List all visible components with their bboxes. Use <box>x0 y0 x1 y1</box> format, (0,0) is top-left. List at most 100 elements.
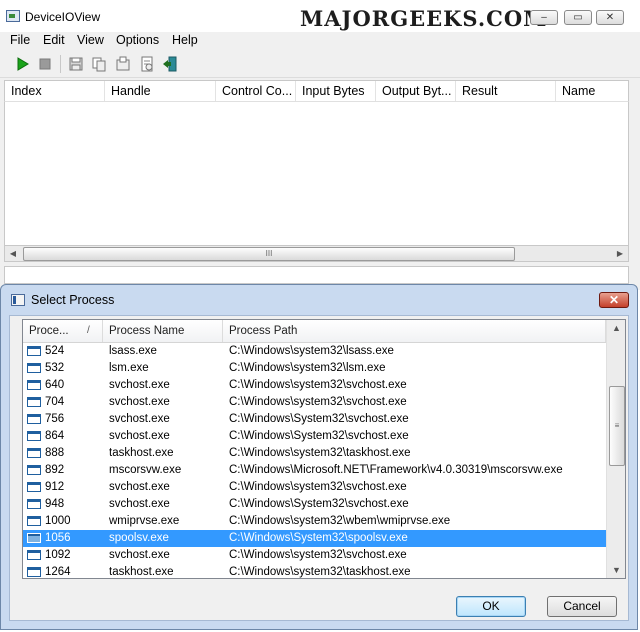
vscroll-thumb[interactable]: ≡ <box>609 386 625 466</box>
process-id: 1000 <box>45 515 71 527</box>
process-id: 1056 <box>45 532 71 544</box>
col-process-id-label: Proce... <box>29 325 69 337</box>
process-vscrollbar[interactable]: ▲ ≡ ▼ <box>606 320 625 578</box>
process-id: 892 <box>45 464 65 476</box>
maximize-button[interactable]: ▭ <box>564 10 592 25</box>
process-icon <box>27 346 41 356</box>
process-path: C:\Windows\System32\svchost.exe <box>229 413 409 425</box>
process-id: 864 <box>45 430 65 442</box>
process-list-header: Proce... / Process Name Process Path <box>23 320 606 343</box>
table-row[interactable]: 704 svchost.exe C:\Windows\system32\svchos… <box>23 394 606 411</box>
process-icon <box>27 431 41 441</box>
ok-button[interactable]: OK <box>456 596 526 617</box>
table-row[interactable]: 532 lsm.exe C:\Windows\system32\lsm.exe <box>23 360 606 377</box>
process-id: 912 <box>45 481 65 493</box>
col-result[interactable]: Result <box>456 81 556 101</box>
table-row[interactable]: 1264 taskhost.exe C:\Windows\system32\task… <box>23 564 606 578</box>
process-icon <box>27 363 41 373</box>
menu-file[interactable]: File <box>10 33 30 47</box>
title-bar: DeviceIOView MAJORGEEKS.COM – ▭ ✕ <box>0 0 640 33</box>
col-handle[interactable]: Handle <box>105 81 216 101</box>
scroll-down-icon[interactable]: ▼ <box>607 562 625 578</box>
properties-icon[interactable] <box>115 56 131 72</box>
process-path: C:\Windows\system32\lsass.exe <box>229 345 394 357</box>
start-icon[interactable] <box>14 56 30 72</box>
col-process-name[interactable]: Process Name <box>103 320 223 342</box>
dialog-close-button[interactable]: ✕ <box>599 292 629 308</box>
table-row[interactable]: 1056 spoolsv.exe C:\Windows\System32\spool… <box>23 530 606 547</box>
process-name: mscorsvw.exe <box>109 464 182 476</box>
hscroll-thumb[interactable]: III <box>23 247 515 261</box>
copy-icon[interactable] <box>91 56 107 72</box>
table-row[interactable]: 912 svchost.exe C:\Windows\system32\svchos… <box>23 479 606 496</box>
process-path: C:\Windows\system32\svchost.exe <box>229 396 407 408</box>
menu-edit[interactable]: Edit <box>43 33 65 47</box>
process-icon <box>27 550 41 560</box>
main-list[interactable] <box>4 102 629 245</box>
table-row[interactable]: 1092 svchost.exe C:\Windows\system32\svcho… <box>23 547 606 564</box>
process-id: 888 <box>45 447 65 459</box>
process-id: 524 <box>45 345 65 357</box>
exit-icon[interactable] <box>162 56 178 72</box>
menu-help[interactable]: Help <box>172 33 198 47</box>
process-id: 640 <box>45 379 65 391</box>
process-path: C:\Windows\system32\lsm.exe <box>229 362 386 374</box>
scroll-left-icon[interactable]: ◀ <box>5 246 21 261</box>
col-output-bytes[interactable]: Output Byt... <box>376 81 456 101</box>
process-name: svchost.exe <box>109 498 170 510</box>
process-id: 532 <box>45 362 65 374</box>
process-path: C:\Windows\Microsoft.NET\Framework\v4.0.… <box>229 464 563 476</box>
cancel-button[interactable]: Cancel <box>547 596 617 617</box>
menu-view[interactable]: View <box>77 33 104 47</box>
col-index[interactable]: Index <box>5 81 105 101</box>
table-row[interactable]: 1000 wmiprvse.exe C:\Windows\system32\wbem… <box>23 513 606 530</box>
col-process-path[interactable]: Process Path <box>223 320 606 342</box>
process-name: lsm.exe <box>109 362 149 374</box>
process-icon <box>27 516 41 526</box>
dialog-client: Proce... / Process Name Process Path 524 l… <box>9 315 629 621</box>
process-name: lsass.exe <box>109 345 157 357</box>
process-name: spoolsv.exe <box>109 532 169 544</box>
process-name: svchost.exe <box>109 549 170 561</box>
app-icon <box>6 10 20 22</box>
toolbar <box>0 51 640 78</box>
details-pane[interactable] <box>4 266 629 284</box>
process-path: C:\Windows\System32\spoolsv.exe <box>229 532 408 544</box>
main-hscrollbar[interactable]: ◀ III ▶ <box>4 245 629 262</box>
process-icon <box>27 482 41 492</box>
stop-icon[interactable] <box>37 56 53 72</box>
col-control-code[interactable]: Control Co... <box>216 81 296 101</box>
table-row[interactable]: 524 lsass.exe C:\Windows\system32\lsass.ex… <box>23 343 606 360</box>
process-path: C:\Windows\system32\wbem\wmiprvse.exe <box>229 515 451 527</box>
menu-options[interactable]: Options <box>116 33 159 47</box>
sort-indicator-icon: / <box>87 325 90 336</box>
col-input-bytes[interactable]: Input Bytes <box>296 81 376 101</box>
process-icon <box>27 567 41 577</box>
dialog-icon <box>11 294 25 306</box>
scroll-up-icon[interactable]: ▲ <box>607 320 625 336</box>
process-list[interactable]: Proce... / Process Name Process Path 524 l… <box>22 319 626 579</box>
process-name: svchost.exe <box>109 379 170 391</box>
process-icon <box>27 414 41 424</box>
table-row[interactable]: 756 svchost.exe C:\Windows\System32\svchos… <box>23 411 606 428</box>
process-path: C:\Windows\System32\svchost.exe <box>229 498 409 510</box>
process-icon <box>27 380 41 390</box>
table-row[interactable]: 640 svchost.exe C:\Windows\system32\svchos… <box>23 377 606 394</box>
table-row[interactable]: 948 svchost.exe C:\Windows\System32\svchos… <box>23 496 606 513</box>
table-row[interactable]: 864 svchost.exe C:\Windows\System32\svchos… <box>23 428 606 445</box>
html-report-icon[interactable] <box>139 56 155 72</box>
process-icon <box>27 499 41 509</box>
col-process-id[interactable]: Proce... / <box>23 320 103 342</box>
table-row[interactable]: 892 mscorsvw.exe C:\Windows\Microsoft.NET\… <box>23 462 606 479</box>
process-name: svchost.exe <box>109 396 170 408</box>
scroll-right-icon[interactable]: ▶ <box>612 246 628 261</box>
process-path: C:\Windows\system32\taskhost.exe <box>229 447 411 459</box>
process-icon <box>27 397 41 407</box>
process-icon <box>27 533 41 543</box>
minimize-button[interactable]: – <box>530 10 558 25</box>
save-icon[interactable] <box>68 56 84 72</box>
toolbar-separator <box>60 55 61 73</box>
col-name[interactable]: Name <box>556 81 630 101</box>
close-button[interactable]: ✕ <box>596 10 624 25</box>
table-row[interactable]: 888 taskhost.exe C:\Windows\system32\taskh… <box>23 445 606 462</box>
